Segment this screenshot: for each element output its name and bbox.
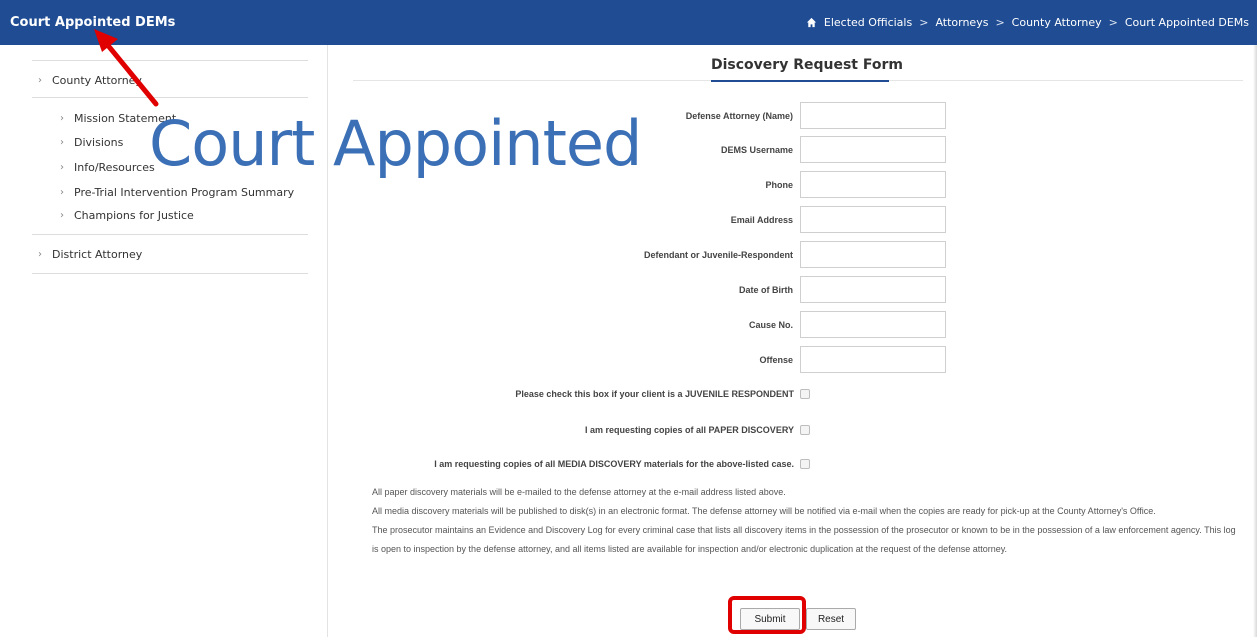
paper-discovery-checkbox[interactable]: [800, 425, 810, 435]
date-of-birth-label: Date of Birth: [739, 285, 793, 295]
media-discovery-checkbox[interactable]: [800, 459, 810, 469]
page-title: Court Appointed DEMs: [10, 15, 176, 30]
paper-discovery-label: I am requesting copies of all PAPER DISC…: [584, 425, 794, 435]
note-evidence-log: The prosecutor maintains an Evidence and…: [372, 525, 1236, 554]
sidebar-item-divisions[interactable]: › Divisions: [60, 136, 123, 149]
form-notes: All paper discovery materials will be e-…: [372, 483, 1242, 559]
sidebar-divider: [32, 234, 308, 235]
paper-discovery-row: I am requesting copies of all PAPER DISC…: [585, 425, 810, 435]
defendant-label: Defendant or Juvenile-Respondent: [643, 250, 793, 260]
breadcrumb-separator: >: [1108, 16, 1118, 29]
submit-button[interactable]: Submit: [740, 608, 800, 630]
email-address-input[interactable]: [800, 206, 946, 233]
chevron-right-icon: ›: [60, 210, 64, 221]
chevron-right-icon: ›: [60, 187, 64, 198]
title-underline: [711, 80, 889, 82]
date-of-birth-input[interactable]: [800, 276, 946, 303]
chevron-right-icon: ›: [60, 113, 64, 124]
offense-label: Offense: [759, 355, 793, 365]
top-bar: Court Appointed DEMs Elected Officials >…: [0, 0, 1257, 45]
sidebar-item-pre-trial-program[interactable]: › Pre-Trial Intervention Program Summary: [60, 186, 294, 199]
breadcrumb-separator: >: [995, 16, 1005, 29]
breadcrumb-elected-officials[interactable]: Elected Officials: [824, 16, 912, 29]
sidebar-divider: [32, 273, 308, 274]
dems-username-input[interactable]: [800, 136, 946, 163]
sidebar-divider: [32, 60, 308, 61]
sidebar-item-info-resources[interactable]: › Info/Resources: [60, 161, 155, 174]
defense-attorney-input[interactable]: [800, 102, 946, 129]
reset-button[interactable]: Reset: [806, 608, 856, 630]
note-paper-discovery: All paper discovery materials will be e-…: [372, 487, 786, 497]
main-content: Discovery Request Form Defense Attorney …: [328, 45, 1257, 637]
breadcrumb-separator: >: [919, 16, 929, 29]
cause-no-label: Cause No.: [748, 320, 793, 330]
defendant-input[interactable]: [800, 241, 946, 268]
form-title: Discovery Request Form: [711, 57, 903, 73]
sidebar-item-mission-statement[interactable]: › Mission Statement: [60, 112, 176, 125]
breadcrumb-attorneys[interactable]: Attorneys: [935, 16, 988, 29]
juvenile-respondent-row: Please check this box if your client is …: [515, 389, 810, 399]
phone-input[interactable]: [800, 171, 946, 198]
phone-label: Phone: [765, 180, 793, 190]
media-discovery-label: I am requesting copies of all MEDIA DISC…: [434, 459, 794, 469]
dems-username-label: DEMS Username: [720, 145, 793, 155]
cause-no-input[interactable]: [800, 311, 946, 338]
media-discovery-row: I am requesting copies of all MEDIA DISC…: [434, 459, 810, 469]
sidebar: › County Attorney › Mission Statement › …: [0, 45, 328, 637]
sidebar-item-label: Champions for Justice: [74, 209, 194, 222]
sidebar-item-label: County Attorney: [52, 74, 142, 87]
offense-input[interactable]: [800, 346, 946, 373]
breadcrumb-court-appointed-dems[interactable]: Court Appointed DEMs: [1125, 16, 1249, 29]
note-media-discovery: All media discovery materials will be pu…: [372, 506, 1156, 516]
email-address-label: Email Address: [730, 215, 793, 225]
chevron-right-icon: ›: [38, 249, 42, 260]
home-icon[interactable]: [806, 17, 817, 28]
chevron-right-icon: ›: [38, 75, 42, 86]
breadcrumb: Elected Officials > Attorneys > County A…: [806, 16, 1249, 29]
sidebar-item-label: Mission Statement: [74, 112, 177, 125]
sidebar-divider: [32, 97, 308, 98]
chevron-right-icon: ›: [60, 162, 64, 173]
juvenile-respondent-checkbox[interactable]: [800, 389, 810, 399]
breadcrumb-county-attorney[interactable]: County Attorney: [1012, 16, 1102, 29]
sidebar-item-label: District Attorney: [52, 248, 143, 261]
chevron-right-icon: ›: [60, 137, 64, 148]
sidebar-item-district-attorney[interactable]: › District Attorney: [38, 248, 142, 261]
sidebar-item-label: Divisions: [74, 136, 124, 149]
juvenile-respondent-label: Please check this box if your client is …: [515, 389, 794, 399]
sidebar-item-champions-for-justice[interactable]: › Champions for Justice: [60, 209, 194, 222]
defense-attorney-label: Defense Attorney (Name): [685, 111, 793, 121]
sidebar-item-label: Info/Resources: [74, 161, 155, 174]
sidebar-item-label: Pre-Trial Intervention Program Summary: [74, 186, 295, 199]
page-edge-shadow: [1253, 45, 1257, 637]
sidebar-item-county-attorney[interactable]: › County Attorney: [38, 74, 142, 87]
